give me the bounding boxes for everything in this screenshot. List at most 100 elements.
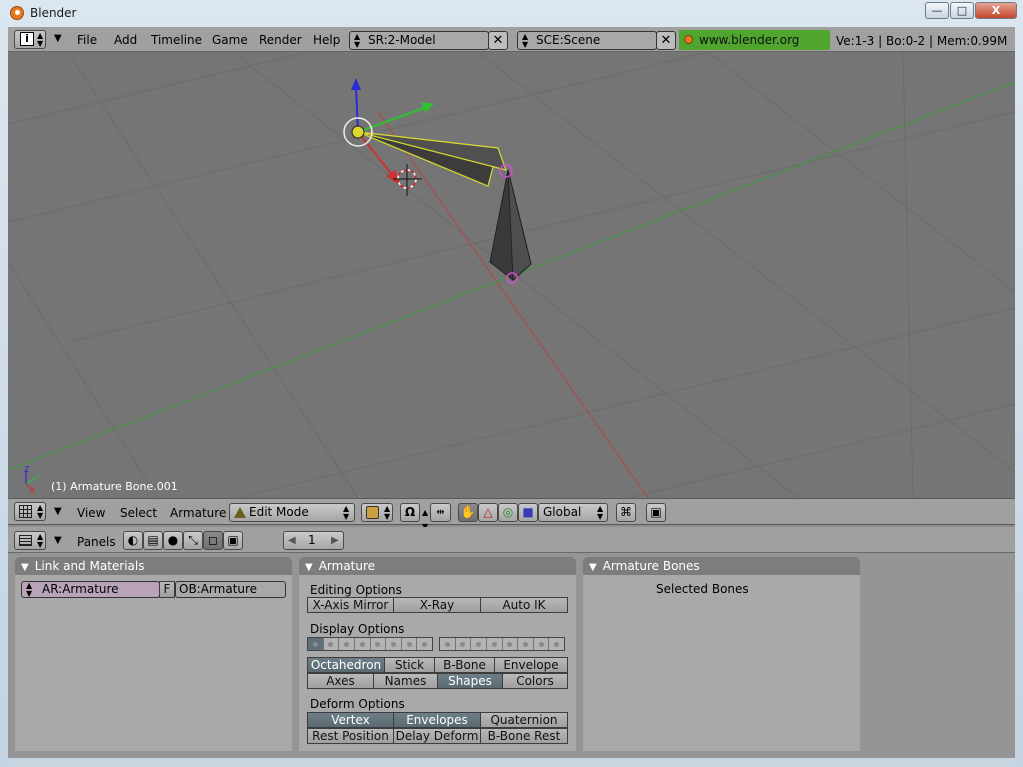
fake-user-button[interactable]: F: [159, 581, 175, 598]
bone-layer-toggle[interactable]: [503, 638, 519, 650]
bone-layers-group-1[interactable]: [307, 637, 433, 651]
scene-context-button[interactable]: ▣: [223, 531, 243, 550]
close-button[interactable]: X: [975, 2, 1017, 19]
z-manipulator: [355, 87, 359, 133]
frame-number-field[interactable]: ◀ 1 ▶: [283, 531, 344, 550]
info-icon: i: [20, 32, 34, 46]
menu-armature[interactable]: Armature: [170, 506, 226, 520]
pivot-selector[interactable]: ▲ ▼: [361, 503, 393, 522]
bone-layer-toggle[interactable]: [549, 638, 564, 650]
image-icon: ▣: [650, 505, 662, 519]
x-axis-mirror-button[interactable]: X-Axis Mirror: [307, 597, 394, 613]
window-type-button-buttons[interactable]: ▲ ▼: [14, 531, 46, 550]
menu-view[interactable]: View: [77, 506, 105, 520]
window-bottom-border: [8, 758, 1015, 767]
menu-timeline[interactable]: Timeline: [151, 33, 202, 47]
b-bone-rest-button[interactable]: B-Bone Rest: [480, 728, 568, 744]
object-name-field[interactable]: OB:Armature: [175, 581, 286, 598]
screen-selector[interactable]: ▲ ▼ SR:2-Model: [349, 31, 489, 50]
mini-z-label: Z: [24, 465, 30, 474]
auto-ik-button[interactable]: Auto IK: [480, 597, 568, 613]
scene-selector[interactable]: ▲ ▼ SCE:Scene: [517, 31, 657, 50]
bone-layers-group-2[interactable]: [439, 637, 565, 651]
layer-lock-button[interactable]: ⌘: [616, 503, 636, 522]
collapse-triangle-icon[interactable]: ▼: [21, 562, 29, 573]
decrement-arrow-icon: ◀: [288, 535, 296, 546]
updown-icon: ▲▼: [37, 532, 44, 549]
render-preview-button[interactable]: ▣: [646, 503, 666, 522]
proportional-edit-button[interactable]: Ω: [400, 503, 420, 522]
bone-layer-toggle[interactable]: [518, 638, 534, 650]
mode-selector[interactable]: Edit Mode ▲ ▼: [229, 503, 355, 522]
quaternion-button[interactable]: Quaternion: [480, 712, 568, 728]
bone-layer-toggle[interactable]: [308, 638, 324, 650]
bone-layer-toggle[interactable]: [339, 638, 355, 650]
rotate-manipulator-button[interactable]: ◎: [498, 503, 518, 522]
panel-header-link-materials[interactable]: ▼ Link and Materials: [15, 557, 292, 575]
menu-render[interactable]: Render: [259, 33, 302, 47]
bone-layer-toggle[interactable]: [487, 638, 503, 650]
title-bar[interactable]: Blender — □ X: [0, 0, 1023, 27]
b-bone-button[interactable]: B-Bone: [434, 657, 495, 673]
updown-icon: ▲▼: [522, 32, 529, 49]
panel-header-armature[interactable]: ▼ Armature: [299, 557, 576, 575]
scale-manipulator-button[interactable]: ■: [518, 503, 538, 522]
octahedron-button[interactable]: Octahedron: [307, 657, 385, 673]
buttons-window-icon: [19, 535, 32, 546]
envelopes-button[interactable]: Envelopes: [393, 712, 481, 728]
vertex-groups-button[interactable]: Vertex Groups: [307, 712, 394, 741]
bone-layer-toggle[interactable]: [402, 638, 418, 650]
orientation-selector[interactable]: Global ▲ ▼: [538, 503, 608, 522]
bone-layer-toggle[interactable]: [456, 638, 472, 650]
collapse-triangle-icon[interactable]: ▼: [305, 562, 313, 573]
collapse-menu-icon[interactable]: ▼: [54, 535, 62, 546]
bone-layer-toggle[interactable]: [440, 638, 456, 650]
names-button[interactable]: Names: [373, 673, 438, 689]
stick-button[interactable]: Stick: [384, 657, 435, 673]
collapse-menu-icon[interactable]: ▼: [54, 33, 62, 44]
envelope-button[interactable]: Envelope: [494, 657, 568, 673]
menu-select[interactable]: Select: [120, 506, 157, 520]
blender-logo-icon: [10, 6, 24, 20]
panel-link-materials: [15, 575, 292, 751]
collapse-triangle-icon[interactable]: ▼: [589, 562, 597, 573]
delay-deform-button[interactable]: Delay Deform: [393, 728, 481, 744]
translate-manipulator-button[interactable]: △: [478, 503, 498, 522]
armature-name: AR:Armature: [42, 582, 119, 596]
bone-layer-toggle[interactable]: [355, 638, 371, 650]
axes-button[interactable]: Axes: [307, 673, 374, 689]
bone-layer-toggle[interactable]: [534, 638, 550, 650]
delete-screen-button[interactable]: ✕: [488, 31, 508, 50]
bone-layer-toggle[interactable]: [471, 638, 487, 650]
frame-value: 1: [308, 533, 316, 547]
window-type-button-3d[interactable]: ▲ ▼: [14, 502, 46, 521]
object-context-button[interactable]: ⤡: [183, 531, 203, 550]
armature-datablock-field[interactable]: ▲ ▼ AR:Armature: [21, 581, 160, 598]
menu-game[interactable]: Game: [212, 33, 248, 47]
panel-header-armature-bones[interactable]: ▼ Armature Bones: [583, 557, 860, 575]
maximize-button[interactable]: □: [950, 2, 974, 19]
colors-button[interactable]: Colors: [502, 673, 568, 689]
minimize-button[interactable]: —: [925, 2, 949, 19]
collapse-menu-icon[interactable]: ▼: [54, 506, 62, 517]
menu-help[interactable]: Help: [313, 33, 340, 47]
delete-scene-button[interactable]: ✕: [656, 31, 676, 50]
bone-layer-toggle[interactable]: [417, 638, 432, 650]
manipulator-toggle-button[interactable]: ✋: [458, 503, 478, 522]
x-ray-button[interactable]: X-Ray: [393, 597, 481, 613]
editing-context-button[interactable]: ◻: [203, 531, 223, 550]
3d-viewport[interactable]: Z X: [8, 52, 1015, 498]
script-context-button[interactable]: ▤: [143, 531, 163, 550]
window-type-button[interactable]: i ▲ ▼: [14, 30, 46, 49]
shading-context-button[interactable]: ●: [163, 531, 183, 550]
menu-file[interactable]: File: [77, 33, 97, 47]
bone-layer-toggle[interactable]: [386, 638, 402, 650]
snap-button[interactable]: ⇹: [430, 503, 451, 522]
bone-layer-toggle[interactable]: [371, 638, 387, 650]
shapes-button[interactable]: Shapes: [437, 673, 503, 689]
rest-position-button[interactable]: Rest Position: [307, 728, 394, 744]
menu-add[interactable]: Add: [114, 33, 137, 47]
blender-website-link[interactable]: www.blender.org 249.2: [679, 30, 830, 67]
logic-context-button[interactable]: ◐: [123, 531, 143, 550]
bone-layer-toggle[interactable]: [324, 638, 340, 650]
